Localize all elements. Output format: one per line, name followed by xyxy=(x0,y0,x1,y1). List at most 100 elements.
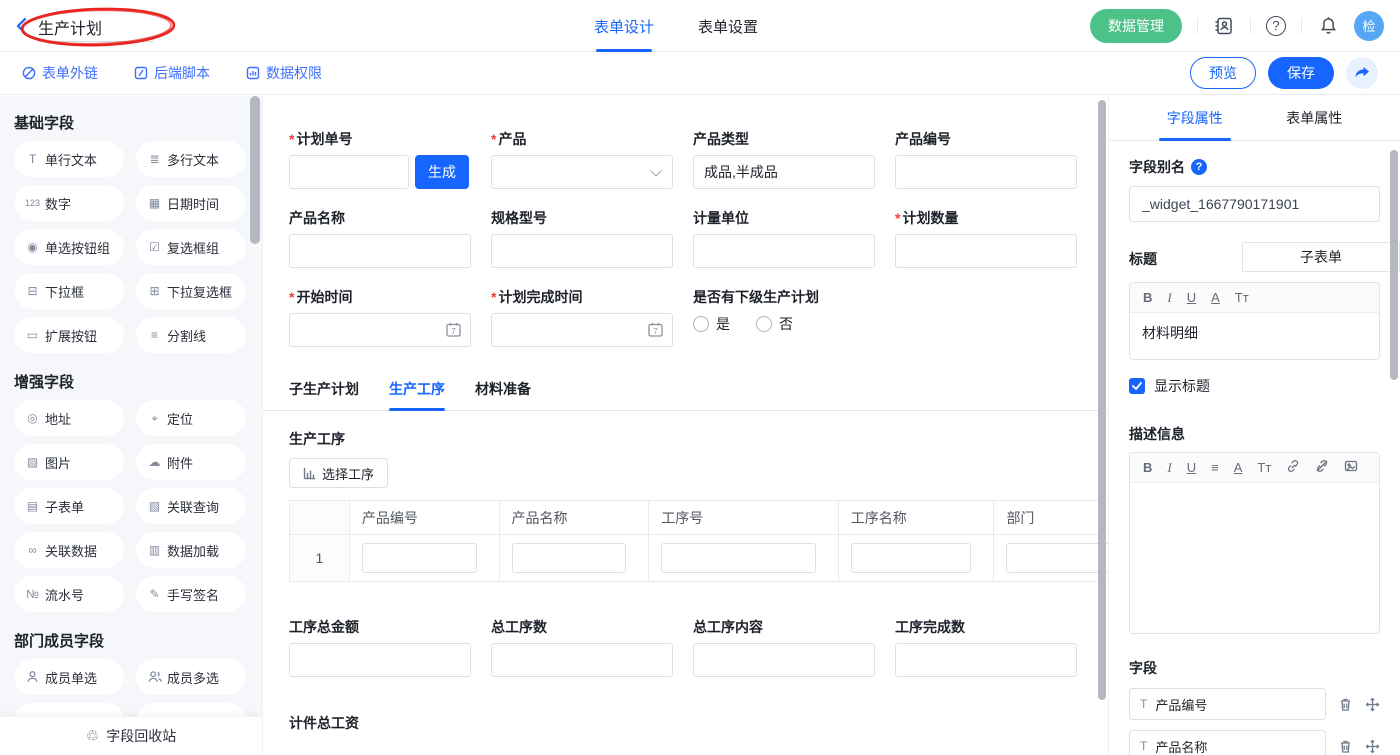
canvas-scrollbar[interactable] xyxy=(1098,100,1106,700)
cell-product-name-input[interactable] xyxy=(512,543,627,573)
sidebar-item-image[interactable]: ▨图片 xyxy=(14,444,124,480)
field-unit[interactable]: 计量单位 xyxy=(693,209,895,268)
delete-field-icon[interactable] xyxy=(1338,739,1353,754)
sidebar-item-linked-query[interactable]: ▧关联查询 xyxy=(136,488,246,524)
sidebar-item-dropdown[interactable]: ⊟下拉框 xyxy=(14,273,124,309)
cell-department-input[interactable] xyxy=(1006,543,1108,573)
field-spec-model[interactable]: 规格型号 xyxy=(491,209,693,268)
tab-sub-production-plan[interactable]: 子生产计划 xyxy=(289,379,359,410)
field-total-process-content[interactable]: 总工序内容 xyxy=(693,618,895,677)
move-field-icon[interactable] xyxy=(1365,739,1380,754)
bold-icon[interactable]: B xyxy=(1143,290,1152,305)
help-icon[interactable]: ? xyxy=(1191,159,1207,175)
sidebar-item-number[interactable]: 123数字 xyxy=(14,185,124,221)
product-select[interactable] xyxy=(491,155,673,189)
sidebar-item-checkbox-group[interactable]: ☑复选框组 xyxy=(136,229,246,265)
field-plan-qty[interactable]: *计划数量 xyxy=(895,209,1097,268)
font-size-icon[interactable]: Tт xyxy=(1257,460,1271,475)
cell-product-code-input[interactable] xyxy=(362,543,477,573)
process-total-amount-input[interactable] xyxy=(289,643,471,677)
sidebar-item-single-line-text[interactable]: T单行文本 xyxy=(14,141,124,177)
sidebar-item-serial-number[interactable]: №流水号 xyxy=(14,576,124,612)
sidebar-item-linked-data[interactable]: ∞关联数据 xyxy=(14,532,124,568)
field-total-process-count[interactable]: 总工序数 xyxy=(491,618,693,677)
plan-finish-time-input[interactable] xyxy=(491,313,673,347)
generate-button[interactable]: 生成 xyxy=(415,155,469,189)
sidebar-item-radio-group[interactable]: ◉单选按钮组 xyxy=(14,229,124,265)
sidebar-item-extend-button[interactable]: ▭扩展按钮 xyxy=(14,317,124,353)
preview-button[interactable]: 预览 xyxy=(1190,57,1256,89)
font-color-icon[interactable]: A xyxy=(1234,460,1243,475)
inspector-scrollbar[interactable] xyxy=(1390,150,1398,380)
start-time-input[interactable] xyxy=(289,313,471,347)
radio-no[interactable]: 否 xyxy=(756,314,793,334)
share-button[interactable] xyxy=(1346,57,1378,89)
product-code-input[interactable] xyxy=(895,155,1077,189)
product-name-input[interactable] xyxy=(289,234,471,268)
checkbox-checked-icon[interactable] xyxy=(1129,378,1145,394)
field-product[interactable]: *产品 xyxy=(491,130,693,189)
sidebar-item-multi-dropdown[interactable]: ⊞下拉复选框 xyxy=(136,273,246,309)
external-link-item[interactable]: 表单外链 xyxy=(22,63,98,83)
underline-icon[interactable]: U xyxy=(1187,460,1196,475)
data-manage-button[interactable]: 数据管理 xyxy=(1090,9,1182,43)
sidebar-item-member-single[interactable]: 成员单选 xyxy=(14,659,124,695)
sidebar-item-location[interactable]: ⌖定位 xyxy=(136,400,246,436)
title-editor-content[interactable]: 材料明细 xyxy=(1130,313,1379,359)
cell-process-no-input[interactable] xyxy=(661,543,816,573)
insert-image-icon[interactable] xyxy=(1344,459,1358,476)
field-item-product-name[interactable]: T产品名称 xyxy=(1129,730,1326,755)
italic-icon[interactable]: I xyxy=(1167,290,1171,306)
back-icon[interactable] xyxy=(16,17,27,40)
sidebar-item-multi-line-text[interactable]: ≣多行文本 xyxy=(136,141,246,177)
plan-qty-input[interactable] xyxy=(895,234,1077,268)
field-product-name[interactable]: 产品名称 xyxy=(289,209,491,268)
sidebar-item-subform[interactable]: ▤子表单 xyxy=(14,488,124,524)
delete-field-icon[interactable] xyxy=(1338,697,1353,712)
align-icon[interactable]: ≡ xyxy=(1211,460,1219,475)
field-start-time[interactable]: *开始时间 7 xyxy=(289,288,491,347)
font-size-icon[interactable]: Tт xyxy=(1235,290,1249,305)
field-recycle-bin[interactable]: ♲ 字段回收站 xyxy=(0,717,262,755)
user-avatar[interactable]: 检 xyxy=(1354,11,1384,41)
description-editor-content[interactable] xyxy=(1130,483,1379,633)
sidebar-item-attachment[interactable]: ☁附件 xyxy=(136,444,246,480)
tab-form-design[interactable]: 表单设计 xyxy=(594,0,654,52)
bold-icon[interactable]: B xyxy=(1143,460,1152,475)
contacts-book-icon[interactable] xyxy=(1213,15,1235,37)
cell-process-name-input[interactable] xyxy=(851,543,972,573)
move-field-icon[interactable] xyxy=(1365,697,1380,712)
show-title-checkbox-row[interactable]: 显示标题 xyxy=(1129,376,1380,396)
sidebar-item-datetime[interactable]: ▦日期时间 xyxy=(136,185,246,221)
tab-field-properties[interactable]: 字段属性 xyxy=(1161,96,1229,140)
unit-input[interactable] xyxy=(693,234,875,268)
plan-no-input[interactable] xyxy=(289,155,409,189)
help-icon[interactable]: ? xyxy=(1266,16,1286,36)
backend-script-item[interactable]: 后端脚本 xyxy=(134,63,210,83)
total-process-count-input[interactable] xyxy=(491,643,673,677)
tab-material-preparation[interactable]: 材料准备 xyxy=(475,379,531,410)
field-plan-no[interactable]: *计划单号 生成 xyxy=(289,130,491,189)
sidebar-scrollbar[interactable] xyxy=(250,96,260,244)
sidebar-item-address[interactable]: ◎地址 xyxy=(14,400,124,436)
field-alias-input[interactable] xyxy=(1129,186,1380,222)
form-title[interactable]: 生产计划 xyxy=(38,15,102,39)
tab-form-properties[interactable]: 表单属性 xyxy=(1280,96,1348,140)
tab-form-settings[interactable]: 表单设置 xyxy=(698,0,758,52)
tab-production-process[interactable]: 生产工序 xyxy=(389,379,445,410)
select-process-button[interactable]: 选择工序 xyxy=(289,458,388,488)
process-finished-count-input[interactable] xyxy=(895,643,1077,677)
field-process-finished-count[interactable]: 工序完成数 xyxy=(895,618,1097,677)
spec-model-input[interactable] xyxy=(491,234,673,268)
field-plan-finish-time[interactable]: *计划完成时间 7 xyxy=(491,288,693,347)
remove-link-icon[interactable] xyxy=(1315,459,1329,476)
radio-yes[interactable]: 是 xyxy=(693,314,730,334)
product-type-input[interactable] xyxy=(693,155,875,189)
data-permission-item[interactable]: 数据权限 xyxy=(246,63,322,83)
font-color-icon[interactable]: A xyxy=(1211,290,1220,305)
field-process-total-amount[interactable]: 工序总金额 xyxy=(289,618,491,677)
italic-icon[interactable]: I xyxy=(1167,460,1171,476)
sidebar-item-data-load[interactable]: ▥数据加载 xyxy=(136,532,246,568)
sidebar-item-signature[interactable]: ✎手写签名 xyxy=(136,576,246,612)
field-product-type[interactable]: 产品类型 xyxy=(693,130,895,189)
